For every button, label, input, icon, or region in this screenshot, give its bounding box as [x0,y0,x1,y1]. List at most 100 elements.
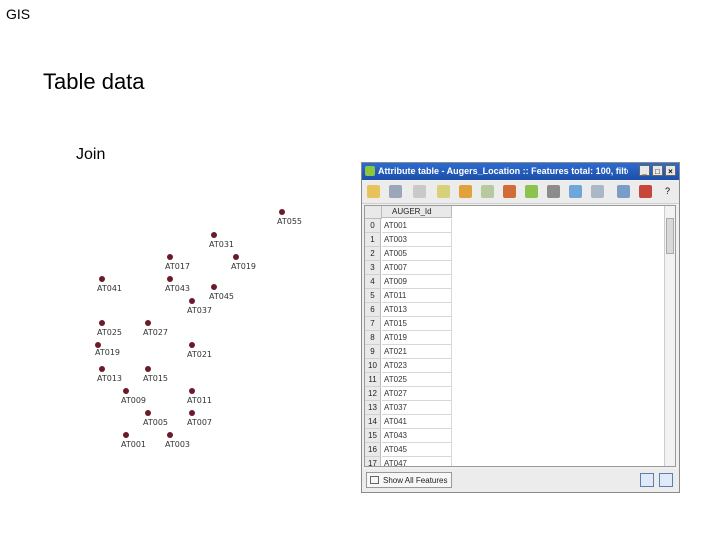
row-number[interactable]: 14 [365,415,381,429]
table-row[interactable]: 13 AT037 [365,401,453,415]
table-row[interactable]: 12 AT027 [365,387,453,401]
delete-icon[interactable] [413,185,426,198]
cell-auger-id[interactable]: AT007 [382,261,452,275]
map-point[interactable] [145,320,151,326]
select-all-icon[interactable] [459,185,472,198]
scrollbar-thumb[interactable] [666,218,674,254]
vertical-scrollbar[interactable] [664,206,675,466]
maximize-button[interactable]: □ [652,165,663,176]
show-features-dropdown[interactable]: Show All Features [366,472,452,488]
map-point[interactable] [145,366,151,372]
row-number[interactable]: 4 [365,275,381,289]
cell-auger-id[interactable]: AT047 [382,457,452,466]
select-by-expression-icon[interactable] [437,185,450,198]
row-number[interactable]: 13 [365,401,381,415]
cell-auger-id[interactable]: AT023 [382,359,452,373]
map-point[interactable] [211,232,217,238]
delete-column-icon[interactable] [639,185,652,198]
row-number[interactable]: 10 [365,359,381,373]
attribute-table-window: Attribute table - Augers_Location :: Fea… [361,162,680,493]
map-point[interactable] [99,366,105,372]
map-point[interactable] [167,276,173,282]
title-bar[interactable]: Attribute table - Augers_Location :: Fea… [362,163,679,180]
row-number[interactable]: 6 [365,303,381,317]
cell-auger-id[interactable]: AT015 [382,317,452,331]
cell-auger-id[interactable]: AT041 [382,415,452,429]
row-number[interactable]: 16 [365,443,381,457]
table-row[interactable]: 11 AT025 [365,373,453,387]
cell-auger-id[interactable]: AT045 [382,443,452,457]
cell-auger-id[interactable]: AT021 [382,345,452,359]
map-point[interactable] [233,254,239,260]
table-row[interactable]: 5 AT011 [365,289,453,303]
invert-selection-icon[interactable] [481,185,494,198]
deselect-icon[interactable] [503,185,516,198]
row-number[interactable]: 1 [365,233,381,247]
table-row[interactable]: 0 AT001 [365,219,453,233]
row-number[interactable]: 0 [365,219,381,233]
map-point[interactable] [189,388,195,394]
table-row[interactable]: 17 AT047 [365,457,453,466]
row-number[interactable]: 11 [365,373,381,387]
form-view-icon[interactable] [659,473,673,487]
table-row[interactable]: 8 AT019 [365,331,453,345]
zoom-icon[interactable] [569,185,582,198]
cell-auger-id[interactable]: AT037 [382,401,452,415]
cell-auger-id[interactable]: AT009 [382,275,452,289]
table-row[interactable]: 4 AT009 [365,275,453,289]
table-row[interactable]: 1 AT003 [365,233,453,247]
pan-icon[interactable] [547,185,560,198]
minimize-button[interactable]: _ [639,165,650,176]
map-point[interactable] [211,284,217,290]
cell-auger-id[interactable]: AT013 [382,303,452,317]
row-number[interactable]: 15 [365,429,381,443]
table-view-icon[interactable] [640,473,654,487]
map-point[interactable] [99,276,105,282]
row-number[interactable]: 3 [365,261,381,275]
map-point[interactable] [167,254,173,260]
cell-auger-id[interactable]: AT027 [382,387,452,401]
cell-auger-id[interactable]: AT019 [382,331,452,345]
new-column-icon[interactable] [617,185,630,198]
map-point[interactable] [189,298,195,304]
map-point[interactable] [189,342,195,348]
table-row[interactable]: 14 AT041 [365,415,453,429]
cell-auger-id[interactable]: AT003 [382,233,452,247]
map-point[interactable] [279,209,285,215]
map-point[interactable] [99,320,105,326]
row-number[interactable]: 5 [365,289,381,303]
cell-auger-id[interactable]: AT043 [382,429,452,443]
edit-pencil-icon[interactable] [367,185,380,198]
row-number[interactable]: 17 [365,457,381,466]
table-row[interactable]: 7 AT015 [365,317,453,331]
cell-auger-id[interactable]: AT001 [382,219,452,233]
column-header-auger-id[interactable]: AUGER_Id [382,206,452,218]
row-number[interactable]: 7 [365,317,381,331]
save-icon[interactable] [389,185,402,198]
table-row[interactable]: 9 AT021 [365,345,453,359]
cell-auger-id[interactable]: AT025 [382,373,452,387]
copy-icon[interactable] [591,185,604,198]
move-selection-icon[interactable] [525,185,538,198]
map-point[interactable] [167,432,173,438]
table-row[interactable]: 2 AT005 [365,247,453,261]
map-point[interactable] [145,410,151,416]
table-rows: 0 AT001 1 AT003 2 AT005 3 AT007 4 AT009 5 AT011 6 AT0… [365,219,453,466]
table-row[interactable]: 3 AT007 [365,261,453,275]
table-corner[interactable] [365,206,382,219]
row-number[interactable]: 2 [365,247,381,261]
row-number[interactable]: 12 [365,387,381,401]
table-row[interactable]: 15 AT043 [365,429,453,443]
close-button[interactable]: × [665,165,676,176]
cell-auger-id[interactable]: AT011 [382,289,452,303]
map-point[interactable] [123,432,129,438]
row-number[interactable]: 8 [365,331,381,345]
table-row[interactable]: 6 AT013 [365,303,453,317]
row-number[interactable]: 9 [365,345,381,359]
table-row[interactable]: 16 AT045 [365,443,453,457]
help-button[interactable]: ? [661,185,674,198]
table-row[interactable]: 10 AT023 [365,359,453,373]
cell-auger-id[interactable]: AT005 [382,247,452,261]
map-point[interactable] [123,388,129,394]
map-point[interactable] [189,410,195,416]
